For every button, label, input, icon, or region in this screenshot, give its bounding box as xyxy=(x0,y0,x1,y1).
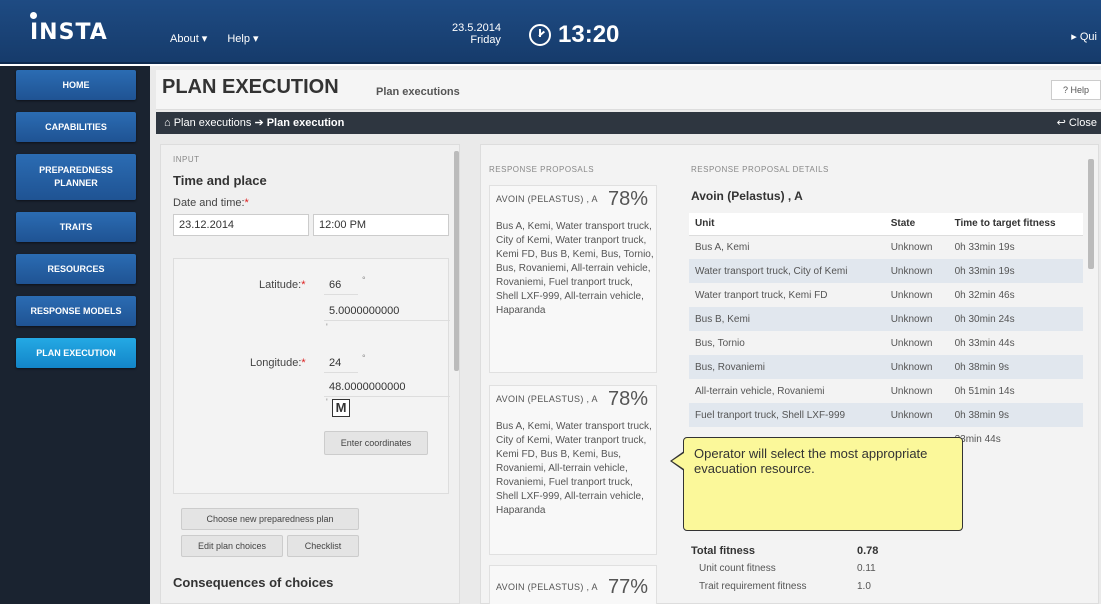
time-place-title: Time and place xyxy=(173,173,267,188)
top-bar: INSTA About ▾ Help ▾ 23.5.2014 Friday 13… xyxy=(0,0,1101,64)
proposal-name: AVOIN (PELASTUS) , A xyxy=(496,194,598,204)
proposal-percent: 78% xyxy=(607,388,648,410)
help-button[interactable]: ? Help xyxy=(1051,80,1101,100)
date-display: 23.5.2014 Friday xyxy=(452,22,501,46)
degree-mark-2: ° xyxy=(362,353,366,363)
minute-mark-2: ' xyxy=(326,397,328,407)
unit-count-fitness-row: Unit count fitness 0.11 xyxy=(699,563,876,574)
callout-pointer-fill xyxy=(672,453,684,469)
table-row[interactable]: Bus A, Kemi Unknown 0h 33min 19s xyxy=(689,235,1083,259)
longitude-label: Longitude:* xyxy=(250,357,306,369)
longitude-minutes-input[interactable]: 48.0000000000 xyxy=(324,377,450,397)
proposals-section-label: RESPONSE PROPOSALS xyxy=(489,165,595,174)
breadcrumb-current: Plan execution xyxy=(266,117,345,129)
table-row[interactable]: Bus B, Kemi Unknown 0h 30min 24s xyxy=(689,307,1083,331)
app-logo: INSTA xyxy=(30,20,108,45)
top-menu: About ▾ Help ▾ xyxy=(170,32,259,45)
breadcrumb-path: ⌂ Plan executions ➔ Plan execution xyxy=(164,116,344,129)
checklist-button[interactable]: Checklist xyxy=(287,535,359,557)
date-time-label: Date and time:* xyxy=(173,197,249,209)
input-section-label: INPUT xyxy=(173,155,200,164)
trait-fitness-row: Trait requirement fitness 1.0 xyxy=(699,581,871,592)
total-fitness-row: Total fitness 0.78 xyxy=(691,545,879,557)
col-time: Time to target fitness xyxy=(948,213,1083,236)
col-unit: Unit xyxy=(689,213,885,236)
proposal-card-3[interactable]: AVOIN (PELASTUS) , A 77% xyxy=(489,565,657,604)
choose-new-plan-button[interactable]: Choose new preparedness plan xyxy=(181,508,359,530)
proposal-percent: 77% xyxy=(607,576,648,598)
time-input[interactable]: 12:00 PM xyxy=(313,214,449,236)
quit-button[interactable]: ▸ Qui xyxy=(1071,30,1097,43)
coordinates-box: Latitude:* 66 ° 5.0000000000 ' Longitude… xyxy=(173,258,450,494)
proposal-name: AVOIN (PELASTUS) , A xyxy=(496,582,598,592)
proposal-card-1[interactable]: AVOIN (PELASTUS) , A 78% Bus A, Kemi, Wa… xyxy=(489,185,657,373)
right-scrollbar[interactable] xyxy=(1088,159,1094,269)
consequences-title: Consequences of choices xyxy=(173,575,334,590)
clock-icon xyxy=(529,24,551,46)
enter-coordinates-button[interactable]: Enter coordinates xyxy=(324,431,428,455)
longitude-degrees-input[interactable]: 24 xyxy=(324,353,358,373)
minute-mark: ' xyxy=(326,322,328,332)
menu-about[interactable]: About ▾ xyxy=(170,32,207,45)
latitude-label: Latitude:* xyxy=(259,279,306,291)
breadcrumb-home-link[interactable]: ⌂ Plan executions xyxy=(164,117,251,129)
page-title: PLAN EXECUTION xyxy=(162,76,339,98)
proposals-panel: RESPONSE PROPOSALS RESPONSE PROPOSAL DET… xyxy=(480,144,1099,604)
details-title: Avoin (Pelastus) , A xyxy=(691,189,803,203)
sidebar: HOME CAPABILITIES PREPAREDNESS PLANNER T… xyxy=(0,66,150,604)
sidebar-item-response-models[interactable]: RESPONSE MODELS xyxy=(16,296,136,326)
sidebar-item-traits[interactable]: TRAITS xyxy=(16,212,136,242)
sidebar-item-preparedness-planner[interactable]: PREPAREDNESS PLANNER xyxy=(16,154,136,200)
table-row[interactable]: Bus, Tornio Unknown 0h 33min 44s xyxy=(689,331,1083,355)
logo-dot xyxy=(30,12,37,19)
date-value: 23.5.2014 xyxy=(452,22,501,34)
day-value: Friday xyxy=(470,34,501,46)
callout-text: Operator will select the most appropriat… xyxy=(694,446,928,476)
table-row[interactable]: Water transport truck, City of Kemi Unkno… xyxy=(689,259,1083,283)
sidebar-item-capabilities[interactable]: CAPABILITIES xyxy=(16,112,136,142)
close-button[interactable]: ↩ Close xyxy=(1057,116,1097,129)
proposal-name: AVOIN (PELASTUS) , A xyxy=(496,394,598,404)
degree-mark: ° xyxy=(362,275,366,285)
map-marker-icon[interactable]: M xyxy=(332,399,350,417)
time-display: 13:20 xyxy=(558,21,620,48)
page-subtitle: Plan executions xyxy=(376,86,460,98)
sidebar-item-plan-execution[interactable]: PLAN EXECUTION xyxy=(16,338,136,368)
table-row[interactable]: Bus, Rovaniemi Unknown 0h 38min 9s xyxy=(689,355,1083,379)
latitude-minutes-input[interactable]: 5.0000000000 xyxy=(324,301,450,321)
input-panel: INPUT Time and place Date and time:* 23.… xyxy=(160,144,460,604)
proposal-units: Bus A, Kemi, Water transport truck, City… xyxy=(496,221,654,316)
proposal-percent: 78% xyxy=(607,188,648,210)
table-row[interactable]: Fuel tranport truck, Shell LXF-999 Unknow… xyxy=(689,403,1083,427)
date-input[interactable]: 23.12.2014 xyxy=(173,214,309,236)
operator-callout: Operator will select the most appropriat… xyxy=(683,437,963,531)
details-section-label: RESPONSE PROPOSAL DETAILS xyxy=(691,165,829,174)
edit-plan-choices-button[interactable]: Edit plan choices xyxy=(181,535,283,557)
menu-help[interactable]: Help ▾ xyxy=(227,32,258,45)
left-scrollbar[interactable] xyxy=(454,151,459,371)
latitude-degrees-input[interactable]: 66 xyxy=(324,275,358,295)
breadcrumb: ⌂ Plan executions ➔ Plan execution ↩ Clo… xyxy=(156,112,1101,134)
sidebar-item-home[interactable]: HOME xyxy=(16,70,136,100)
units-table: Unit State Time to target fitness Bus A,… xyxy=(689,213,1083,451)
page-header: PLAN EXECUTION Plan executions ? Help xyxy=(156,70,1101,110)
proposal-units: Bus A, Kemi, Water transport truck, City… xyxy=(496,421,652,516)
proposal-card-2[interactable]: AVOIN (PELASTUS) , A 78% Bus A, Kemi, Wa… xyxy=(489,385,657,555)
col-state: State xyxy=(884,213,949,236)
sidebar-item-resources[interactable]: RESOURCES xyxy=(16,254,136,284)
table-row[interactable]: All-terrain vehicle, Rovaniemi Unknown 0h … xyxy=(689,379,1083,403)
table-row[interactable]: Water tranport truck, Kemi FD Unknown 0h 3… xyxy=(689,283,1083,307)
breadcrumb-arrow-icon: ➔ xyxy=(254,117,264,129)
